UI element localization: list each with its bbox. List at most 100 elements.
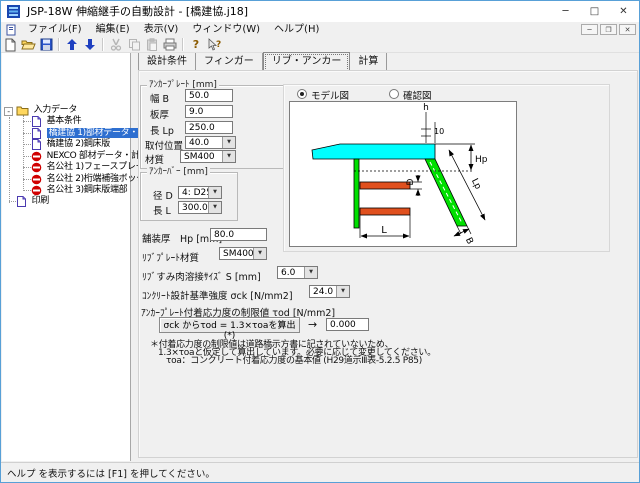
plate-thickness-input[interactable] (185, 105, 233, 118)
tree-collapse-toggle[interactable]: - (4, 107, 13, 116)
svg-text:Lp: Lp (469, 177, 483, 191)
tree-item-print[interactable]: 印刷 (16, 196, 49, 207)
toolbar-separator (182, 38, 184, 51)
move-down-icon[interactable] (82, 37, 98, 52)
weld-size-label: ﾘﾌﾞすみ肉溶接ｻｲｽﾞ S [mm] (142, 269, 261, 283)
print-icon[interactable] (162, 37, 178, 52)
tab-calculation[interactable]: 計算 (350, 53, 387, 70)
maximize-button[interactable]: □ (580, 1, 609, 22)
context-help-icon[interactable]: ? (206, 37, 222, 52)
menu-file[interactable]: ファイル(F) (21, 22, 89, 37)
close-button[interactable]: ✕ (609, 1, 638, 22)
plate-length-input[interactable] (185, 121, 233, 134)
model-figure-drawing: h 10 Hp Lp D L (290, 102, 516, 246)
anchor-bar-shape (360, 208, 410, 215)
anchor-bar-shape (360, 182, 410, 189)
bar-length-dropdown[interactable]: 300.0 ▼ (178, 201, 222, 214)
plate-width-label: 幅 B (150, 91, 169, 105)
svg-text:D: D (406, 178, 416, 185)
chevron-down-icon[interactable]: ▼ (336, 286, 349, 297)
mdi-minimize-button[interactable]: ─ (581, 24, 598, 35)
blocked-icon (31, 151, 42, 162)
chevron-down-icon[interactable]: ▼ (304, 267, 317, 278)
plate-position-dropdown[interactable]: 40.0 ▼ (185, 136, 236, 149)
chevron-down-icon[interactable]: ▼ (208, 202, 221, 213)
tod-result-input[interactable] (326, 318, 369, 331)
bar-diameter-label: 径 D (153, 188, 173, 202)
menu-bar: ファイル(F) 編集(E) 表示(V) ウィンドウ(W) ヘルプ(H) ─ ❐ … (1, 22, 639, 37)
chevron-down-icon[interactable]: ▼ (208, 187, 221, 198)
copy-icon[interactable] (126, 37, 142, 52)
document-icon (31, 116, 42, 127)
folder-icon (16, 105, 29, 116)
tree-item-kyokenkyo-steel-deck[interactable]: 橋建協 2)鋼床版 (31, 139, 110, 150)
plate-width-input[interactable] (185, 89, 233, 102)
concrete-strength-dropdown[interactable]: 24.0 ▼ (309, 285, 350, 298)
mdi-close-button[interactable]: ✕ (619, 24, 636, 35)
calc-tod-button[interactable]: σck からτod = 1.3×τoaを算出(*) (159, 317, 300, 333)
model-figure-label: モデル図 (311, 88, 349, 102)
svg-text:L: L (381, 225, 387, 236)
plate-material-dropdown[interactable]: SM400 ▼ (180, 150, 236, 163)
anchor-plate-shape (425, 159, 467, 226)
arrow-right-glyph: → (308, 318, 317, 331)
diagram-panel: モデル図 確認図 (283, 84, 610, 252)
model-figure-canvas: h 10 Hp Lp D L (289, 101, 517, 247)
tab-strip: 設計条件 フィンガー リブ・アンカー 計算 (138, 53, 387, 70)
chevron-down-icon[interactable]: ▼ (222, 137, 235, 148)
model-figure-radio[interactable] (297, 89, 307, 99)
help-icon[interactable]: ? (188, 37, 204, 52)
tree-item-meikosha-face-plate[interactable]: 名公社 1)フェースプレート (31, 162, 153, 173)
save-icon[interactable] (38, 37, 54, 52)
plate-thickness-label: 板厚 (150, 107, 169, 121)
bar-length-label: 長 L (153, 203, 171, 217)
menu-help[interactable]: ヘルプ(H) (267, 22, 326, 37)
anchor-bar-group-title: ｱﾝｶｰﾊﾞｰ [mm] (147, 167, 210, 177)
paste-icon[interactable] (144, 37, 160, 52)
blocked-icon (31, 174, 42, 185)
menu-window[interactable]: ウィンドウ(W) (185, 22, 267, 37)
document-icon (31, 128, 42, 139)
minimize-button[interactable]: ─ (551, 1, 580, 22)
tree-item-meikosha-reinforce-box[interactable]: 名公社 2)桁端補強ボックス (31, 174, 153, 185)
svg-text:Hp: Hp (475, 155, 488, 165)
tab-design-conditions[interactable]: 設計条件 (138, 53, 196, 70)
move-up-icon[interactable] (64, 37, 80, 52)
open-icon[interactable] (20, 37, 36, 52)
rib-material-dropdown[interactable]: SM400 ▼ (219, 247, 267, 260)
tab-finger[interactable]: フィンガー (196, 53, 263, 70)
svg-text:10: 10 (434, 127, 444, 136)
chevron-down-icon[interactable]: ▼ (222, 151, 235, 162)
tree-item-basic-conditions[interactable]: 基本条件 (31, 116, 81, 127)
bond-note-line3: τoa：コンクリート付着応力度の基本値 (H29道示Ⅲ表-5.2.5 P85) (166, 353, 422, 366)
toolbar-separator (102, 38, 104, 51)
bar-diameter-dropdown[interactable]: 4: D25 ▼ (178, 186, 222, 199)
mdi-restore-button[interactable]: ❐ (600, 24, 617, 35)
blocked-icon (31, 185, 42, 196)
cut-icon[interactable] (108, 37, 124, 52)
status-bar: ヘルプ を表示するには [F1] を押してください。 (1, 462, 639, 482)
status-help-text: ヘルプ を表示するには [F1] を押してください。 (7, 466, 215, 480)
tree-item-meikosha-deck-end[interactable]: 名公社 3)鋼床版端部 (31, 185, 127, 196)
svg-text:h: h (423, 103, 429, 113)
tree-item-nexco-member-data[interactable]: NEXCO 部材データ・計算 (31, 151, 149, 162)
confirm-figure-radio[interactable] (389, 89, 399, 99)
tree-guide-line (9, 117, 10, 203)
window-title: JSP-18W 伸縮継手の自動設計 - [橋建協.j18] (27, 1, 248, 22)
document-icon (5, 24, 17, 36)
rib-material-label: ﾘﾌﾞﾌﾟﾚｰﾄ材質 (142, 250, 199, 264)
blocked-icon (31, 162, 42, 173)
pavement-thickness-input[interactable] (210, 228, 267, 241)
app-window: JSP-18W 伸縮継手の自動設計 - [橋建協.j18] ─ □ ✕ ファイル… (0, 0, 640, 483)
app-icon (6, 4, 21, 19)
weld-size-dropdown[interactable]: 6.0 ▼ (277, 266, 318, 279)
chevron-down-icon[interactable]: ▼ (253, 248, 266, 259)
plate-length-label: 長 Lp (150, 123, 174, 137)
tree-root-input-data[interactable]: 入力データ (16, 105, 77, 116)
document-icon (31, 139, 42, 150)
toolbar-separator (58, 38, 60, 51)
concrete-strength-label: ｺﾝｸﾘｰﾄ設計基準強度 σck [N/mm2] (142, 288, 293, 302)
menu-view[interactable]: 表示(V) (137, 22, 186, 37)
new-icon[interactable] (2, 37, 18, 52)
menu-edit[interactable]: 編集(E) (89, 22, 137, 37)
